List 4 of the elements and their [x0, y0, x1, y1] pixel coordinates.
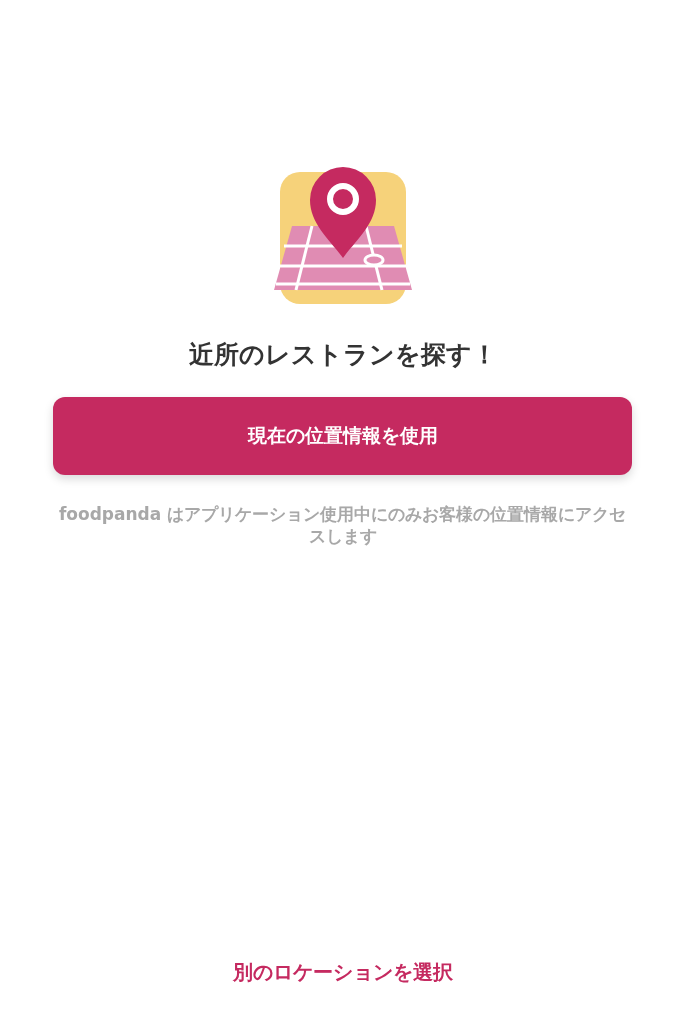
heading: 近所のレストランを探す！ [188, 339, 497, 371]
choose-location-link[interactable]: 別のロケーションを選択 [232, 959, 453, 986]
use-location-button[interactable]: 現在の位置情報を使用 [53, 397, 632, 475]
privacy-notice: foodpanda はアプリケーション使用中にのみお客様の位置情報にアクセスします [57, 503, 628, 547]
